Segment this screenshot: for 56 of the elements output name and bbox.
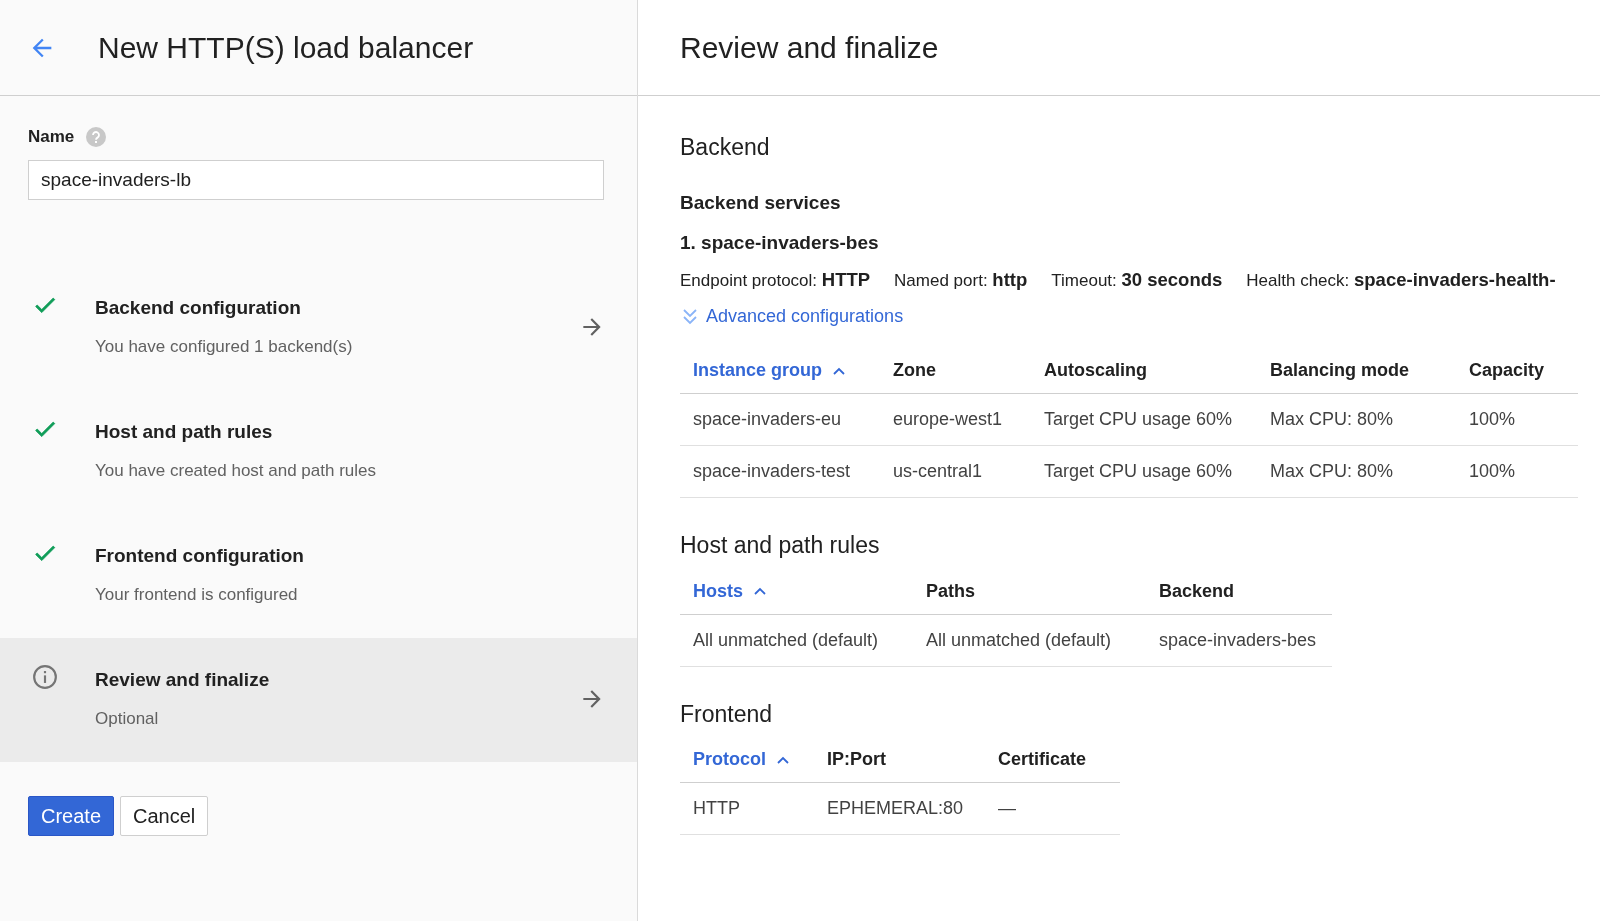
- column-header: Zone: [893, 359, 936, 383]
- column-header[interactable]: Instance group: [693, 357, 822, 385]
- service-title: 1. space-invaders-bes: [680, 231, 880, 255]
- service-detail: Health check: space-invaders-health-: [1246, 267, 1556, 292]
- name-input[interactable]: space-invaders-lb: [28, 159, 604, 200]
- step-title: Host and path rules: [95, 419, 274, 444]
- section-heading: Backend: [680, 133, 771, 162]
- column-header: Capacity: [1469, 359, 1545, 383]
- service-detail: Named port: http: [894, 267, 1028, 292]
- column-header: Certificate: [998, 748, 1087, 772]
- step-title: Frontend configuration: [95, 543, 305, 568]
- table-cell: us-central1: [893, 461, 983, 482]
- table-cell: space-invaders-test: [693, 461, 851, 482]
- step-description: Optional: [95, 708, 160, 730]
- table-cell: Target CPU usage 60%: [1044, 409, 1233, 430]
- column-header[interactable]: Hosts: [693, 577, 743, 605]
- step-item[interactable]: Review and finalize Optional: [0, 637, 637, 762]
- table-cell: 100%: [1469, 461, 1516, 482]
- step-title: Review and finalize: [95, 667, 271, 692]
- table-cell: Target CPU usage 60%: [1044, 461, 1233, 482]
- advanced-configurations-link[interactable]: Advanced configurations: [706, 303, 904, 331]
- sort-caret-icon[interactable]: [776, 754, 790, 765]
- table-cell: All unmatched (default): [926, 629, 1112, 650]
- step-title: Backend configuration: [95, 295, 302, 320]
- step-description: Your frontend is configured: [95, 584, 299, 606]
- info-icon: [32, 663, 58, 690]
- page-title: Review and finalize: [680, 30, 939, 66]
- table-cell: All unmatched (default): [693, 629, 879, 650]
- table-cell: europe-west1: [893, 409, 1003, 430]
- column-header: Paths: [926, 579, 976, 603]
- cancel-button[interactable]: Cancel: [120, 795, 209, 836]
- table-cell: EPHEMERAL:80: [827, 798, 964, 819]
- column-header[interactable]: Protocol: [693, 746, 766, 774]
- table-cell: Max CPU: 80%: [1270, 409, 1394, 430]
- field-label: Name: [28, 126, 75, 148]
- step-description: You have created host and path rules: [95, 460, 378, 482]
- column-header: Autoscaling: [1044, 359, 1147, 383]
- sort-caret-icon[interactable]: [832, 365, 846, 376]
- service-detail: Endpoint protocol: HTTP: [680, 267, 871, 292]
- table-cell: —: [998, 798, 1016, 819]
- column-header: Backend: [1159, 579, 1235, 603]
- sort-caret-icon[interactable]: [753, 586, 767, 597]
- page-title: New HTTP(S) load balancer: [98, 30, 474, 66]
- service-detail: Timeout: 30 seconds: [1051, 267, 1223, 292]
- table-cell: space-invaders-eu: [693, 409, 842, 430]
- table-cell: 100%: [1469, 409, 1516, 430]
- table-cell: space-invaders-bes: [1159, 629, 1317, 650]
- section-heading: Host and path rules: [680, 531, 881, 561]
- subsection-heading: Backend services: [680, 190, 842, 215]
- column-header: Balancing mode: [1270, 359, 1410, 383]
- table-cell: HTTP: [693, 798, 740, 819]
- step-description: You have configured 1 backend(s): [95, 336, 354, 358]
- column-header: IP:Port: [827, 748, 886, 772]
- table-cell: Max CPU: 80%: [1270, 461, 1394, 482]
- create-button[interactable]: Create: [28, 795, 115, 836]
- section-heading: Frontend: [680, 699, 774, 729]
